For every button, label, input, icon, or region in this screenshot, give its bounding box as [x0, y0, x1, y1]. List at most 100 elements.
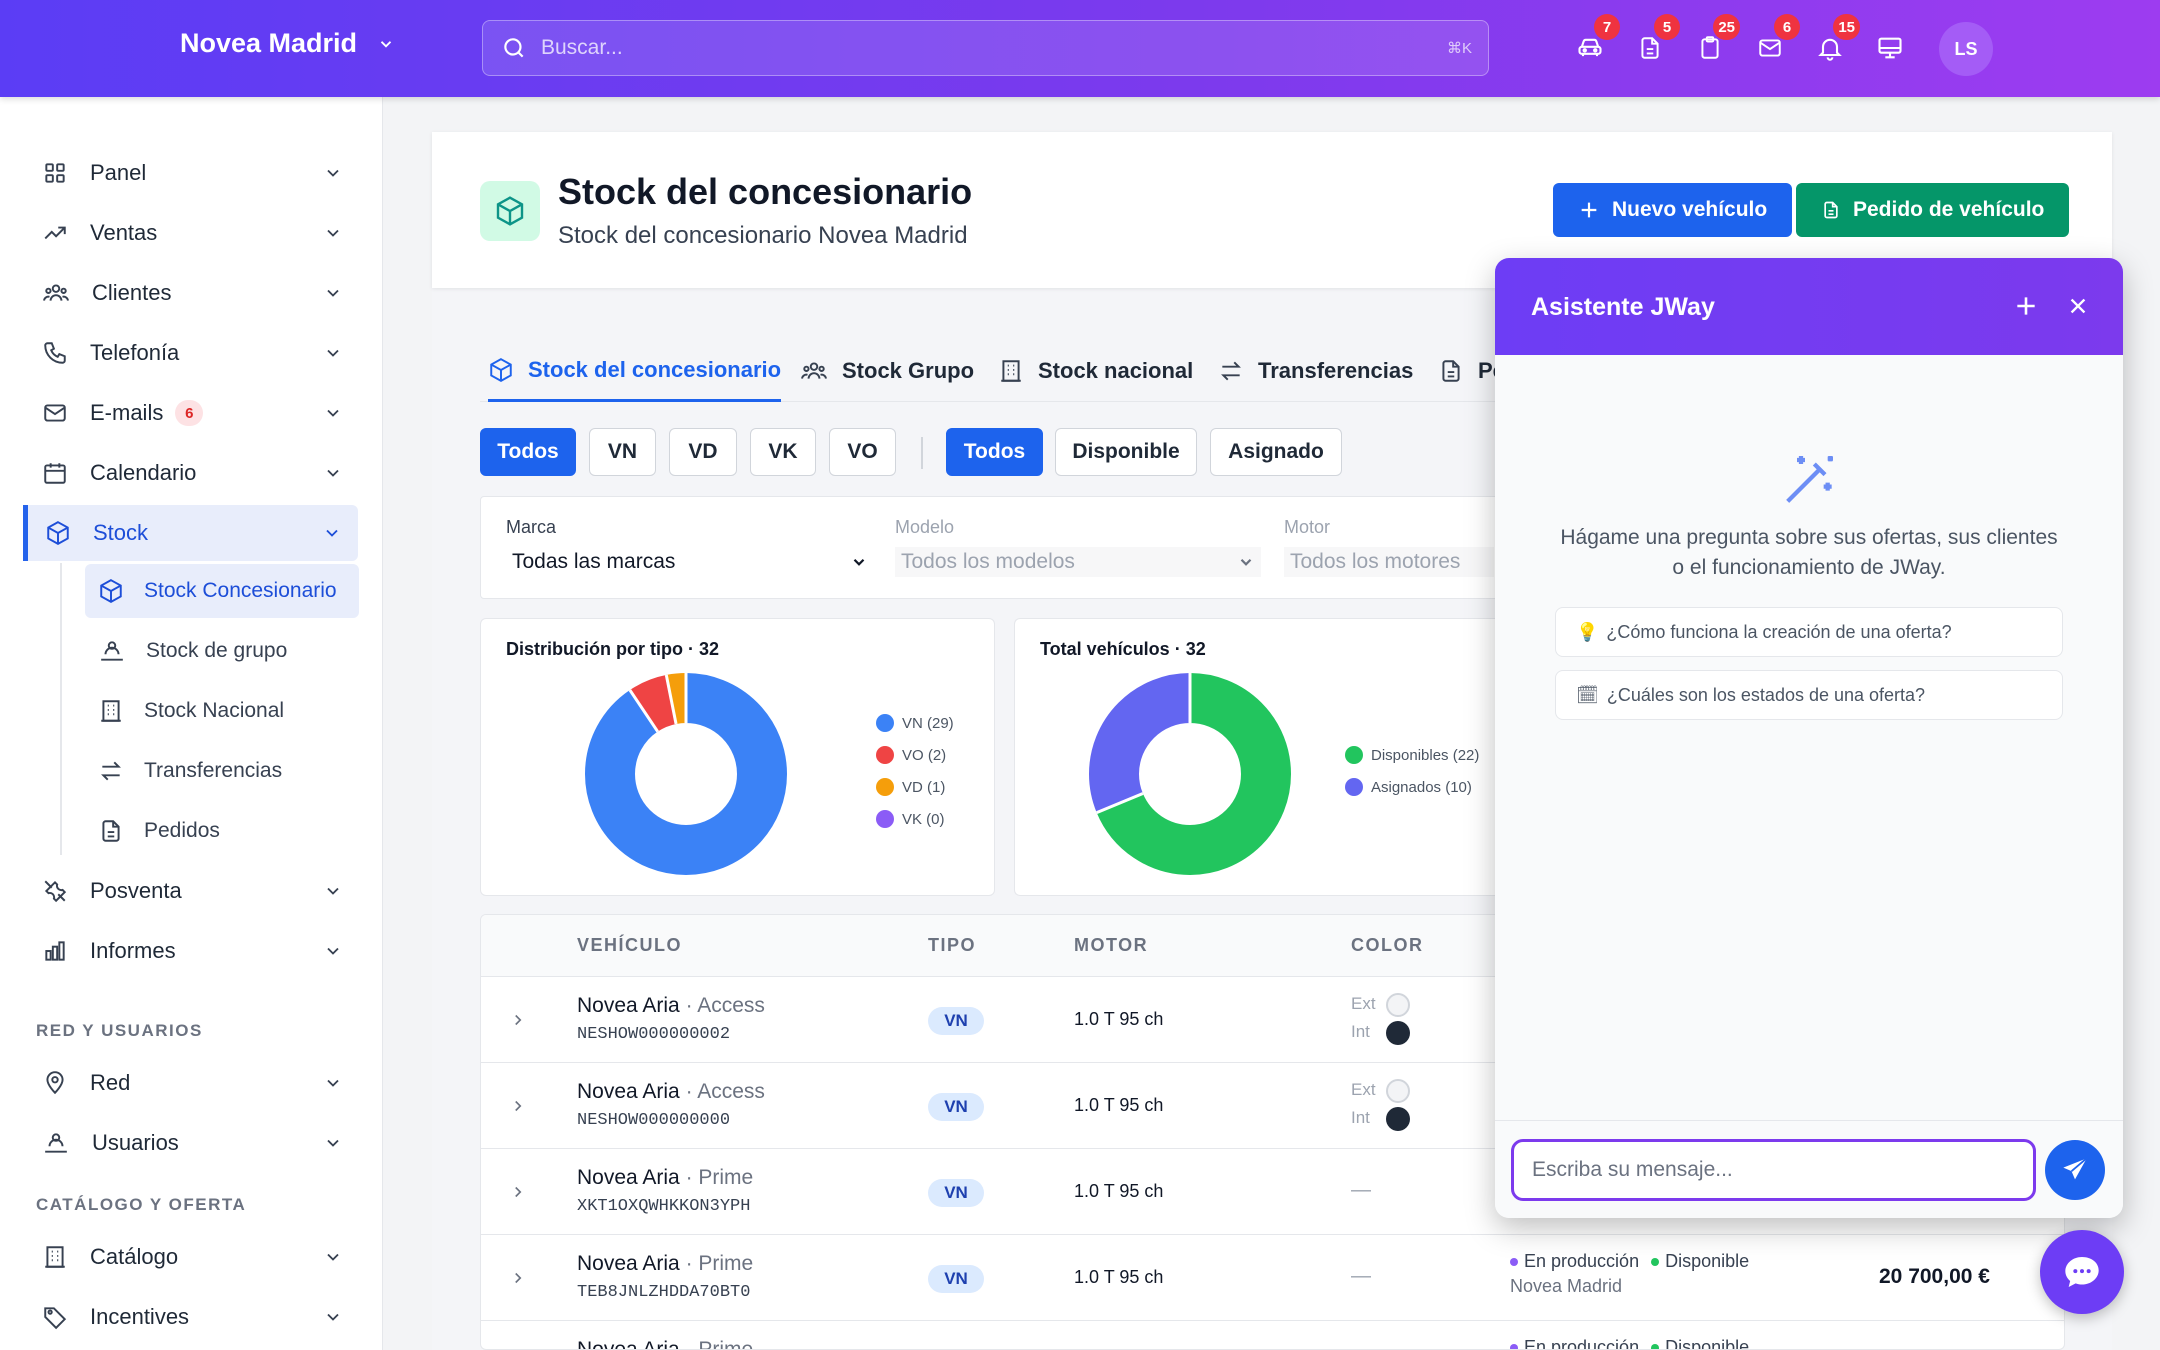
sidebar-item-emails[interactable]: E-mails 6 — [24, 385, 359, 441]
mail-icon[interactable]: 6 — [1752, 14, 1800, 66]
chat-fab-button[interactable] — [2040, 1230, 2124, 1314]
marca-select[interactable]: Todas las marcas — [506, 547, 874, 577]
color-int-label: Int — [1351, 1022, 1370, 1041]
plus-icon[interactable] — [2013, 293, 2039, 319]
new-vehicle-button[interactable]: Nuevo vehículo — [1553, 183, 1793, 237]
type-filter-vn[interactable]: VN — [589, 428, 656, 476]
sidebar-item-ventas[interactable]: Ventas — [24, 205, 359, 261]
legend-label: VK (0) — [902, 810, 945, 828]
car-icon[interactable]: 7 — [1572, 14, 1620, 66]
status-filter-disponible[interactable]: Disponible — [1055, 428, 1197, 476]
table-row[interactable]: Novea Aria · Prime TEB8JNLZHDDA70BT0 VN … — [481, 1235, 2064, 1321]
clipboard-icon[interactable]: 25 — [1692, 14, 1740, 66]
tab-transferencias[interactable]: Transferencias — [1218, 340, 1413, 402]
sidebar-item-label: Catálogo — [90, 1244, 179, 1269]
suggestion-text: ¿Cómo funciona la creación de una oferta… — [1606, 621, 1952, 642]
dealer-selector[interactable]: Novea Madrid — [180, 28, 395, 59]
status-filter-asignado[interactable]: Asignado — [1210, 428, 1342, 476]
tipo-badge: VN — [928, 1179, 984, 1207]
chevron-right-icon[interactable] — [509, 1011, 527, 1029]
sidebar-item-clientes[interactable]: Clientes — [24, 265, 359, 321]
filters-card: Marca Todas las marcas Modelo Todos los … — [480, 496, 1500, 599]
chevron-right-icon[interactable] — [509, 1183, 527, 1201]
vehicle-order-button[interactable]: Pedido de vehículo — [1796, 183, 2070, 237]
sidebar-item-informes[interactable]: Informes — [24, 923, 359, 979]
sidebar-item-incentives[interactable]: Incentives — [24, 1289, 359, 1345]
sidebar-item-label: Posventa — [90, 878, 182, 903]
vehicle-name: Novea Aria · Prime — [577, 1252, 754, 1275]
vehicle-code: NESHOW000000002 — [577, 1025, 731, 1044]
tab-stock-nacional[interactable]: Stock nacional — [998, 340, 1193, 402]
assistant-panel: Asistente JWay Hágame una pregunta sobre… — [1495, 258, 2123, 1218]
monitor-icon[interactable] — [1872, 30, 1908, 66]
bell-icon[interactable]: 15 — [1812, 14, 1860, 66]
sidebar-item-red[interactable]: Red — [24, 1055, 359, 1111]
legend-item[interactable]: Disponibles (22) — [1345, 746, 1479, 764]
suggestion-button[interactable]: 🗓 ¿Cuáles son los estados de una oferta? — [1555, 670, 2063, 720]
col-vehiculo[interactable]: VEHÍCULO — [577, 935, 682, 956]
sidebar-subitem-stock-nacional[interactable]: Stock Nacional — [85, 684, 359, 738]
notification-badge: 5 — [1654, 14, 1680, 40]
tipo-badge: VN — [928, 1007, 984, 1035]
sidebar-subitem-stock-concesionario[interactable]: Stock Concesionario — [85, 564, 359, 618]
sidebar-item-label: Telefonía — [90, 340, 180, 365]
chevron-right-icon[interactable] — [509, 1097, 527, 1115]
sidebar-item-calendario[interactable]: Calendario — [24, 445, 359, 501]
message-input[interactable] — [1511, 1139, 2036, 1201]
tab-stock-concesionario[interactable]: Stock del concesionario — [488, 340, 782, 402]
status-available: Disponible — [1665, 1251, 1750, 1271]
box-icon — [480, 181, 540, 241]
sidebar-subitem-stock-grupo[interactable]: Stock de grupo — [85, 624, 359, 678]
legend-label: Disponibles (22) — [1371, 746, 1480, 764]
motor-select[interactable]: Todos los motores — [1284, 547, 1494, 577]
avatar[interactable]: LS — [1939, 22, 1993, 76]
legend-item[interactable]: VK (0) — [876, 810, 945, 828]
legend-item[interactable]: VD (1) — [876, 778, 945, 796]
close-icon[interactable] — [2067, 295, 2089, 317]
legend-item[interactable]: VN (29) — [876, 714, 954, 732]
status-dot — [1510, 1343, 1518, 1349]
search-bar[interactable]: ⌘K — [482, 20, 1489, 76]
tab-label: Stock Grupo — [842, 358, 975, 383]
submenu-line — [60, 563, 62, 855]
status-filter-todos[interactable]: Todos — [946, 428, 1043, 476]
marca-value: Todas las marcas — [512, 550, 676, 573]
legend-item[interactable]: VO (2) — [876, 746, 946, 764]
vehicle-name: Novea Aria · Access — [577, 994, 765, 1017]
sidebar-subitem-pedidos[interactable]: Pedidos — [85, 804, 359, 858]
chart-title: Distribución por tipo · 32 — [506, 639, 720, 659]
col-color[interactable]: COLOR — [1351, 935, 1424, 956]
tab-stock-grupo[interactable]: Stock Grupo — [800, 340, 974, 402]
section-title-red: RED Y USUARIOS — [36, 1021, 203, 1040]
sidebar-subitem-transferencias[interactable]: Transferencias — [85, 744, 359, 798]
send-button[interactable] — [2045, 1140, 2105, 1200]
sidebar-item-catalogo[interactable]: Catálogo — [24, 1229, 359, 1285]
table-row[interactable]: Novea Aria · Prime En producción Disponi… — [481, 1321, 2064, 1349]
search-input[interactable] — [541, 36, 1421, 60]
chevron-down-icon — [327, 289, 339, 297]
type-filter-vo[interactable]: VO — [829, 428, 896, 476]
modelo-select[interactable]: Todos los modelos — [895, 547, 1261, 577]
motor-value: Todos los motores — [1290, 550, 1461, 573]
sidebar-item-usuarios[interactable]: Usuarios — [24, 1115, 359, 1171]
col-motor[interactable]: MOTOR — [1074, 935, 1148, 956]
type-filter-vk[interactable]: VK — [750, 428, 816, 476]
legend-item[interactable]: Asignados (10) — [1345, 778, 1472, 796]
tipo-badge: VN — [928, 1093, 984, 1121]
sidebar-subitem-label: Stock Concesionario — [144, 579, 337, 602]
status-line: En producción Disponible — [1510, 1337, 1749, 1349]
suggestion-button[interactable]: 💡 ¿Cómo funciona la creación de una ofer… — [1555, 607, 2063, 657]
box-icon — [490, 357, 512, 382]
color-empty: — — [1351, 1179, 1371, 1201]
type-filter-vd[interactable]: VD — [669, 428, 737, 476]
document-icon[interactable]: 5 — [1632, 14, 1680, 66]
type-filter-todos[interactable]: Todos — [480, 428, 576, 476]
chevron-right-icon[interactable] — [509, 1269, 527, 1287]
col-tipo[interactable]: TIPO — [928, 935, 976, 956]
sidebar-item-panel[interactable]: Panel — [24, 145, 359, 201]
status-dot — [1651, 1343, 1660, 1349]
sidebar-item-posventa[interactable]: Posventa — [24, 863, 359, 919]
sidebar-item-telefonia[interactable]: Telefonía — [24, 325, 359, 381]
color-ext-label: Ext — [1351, 994, 1376, 1013]
sidebar-item-stock[interactable]: Stock — [23, 505, 358, 561]
